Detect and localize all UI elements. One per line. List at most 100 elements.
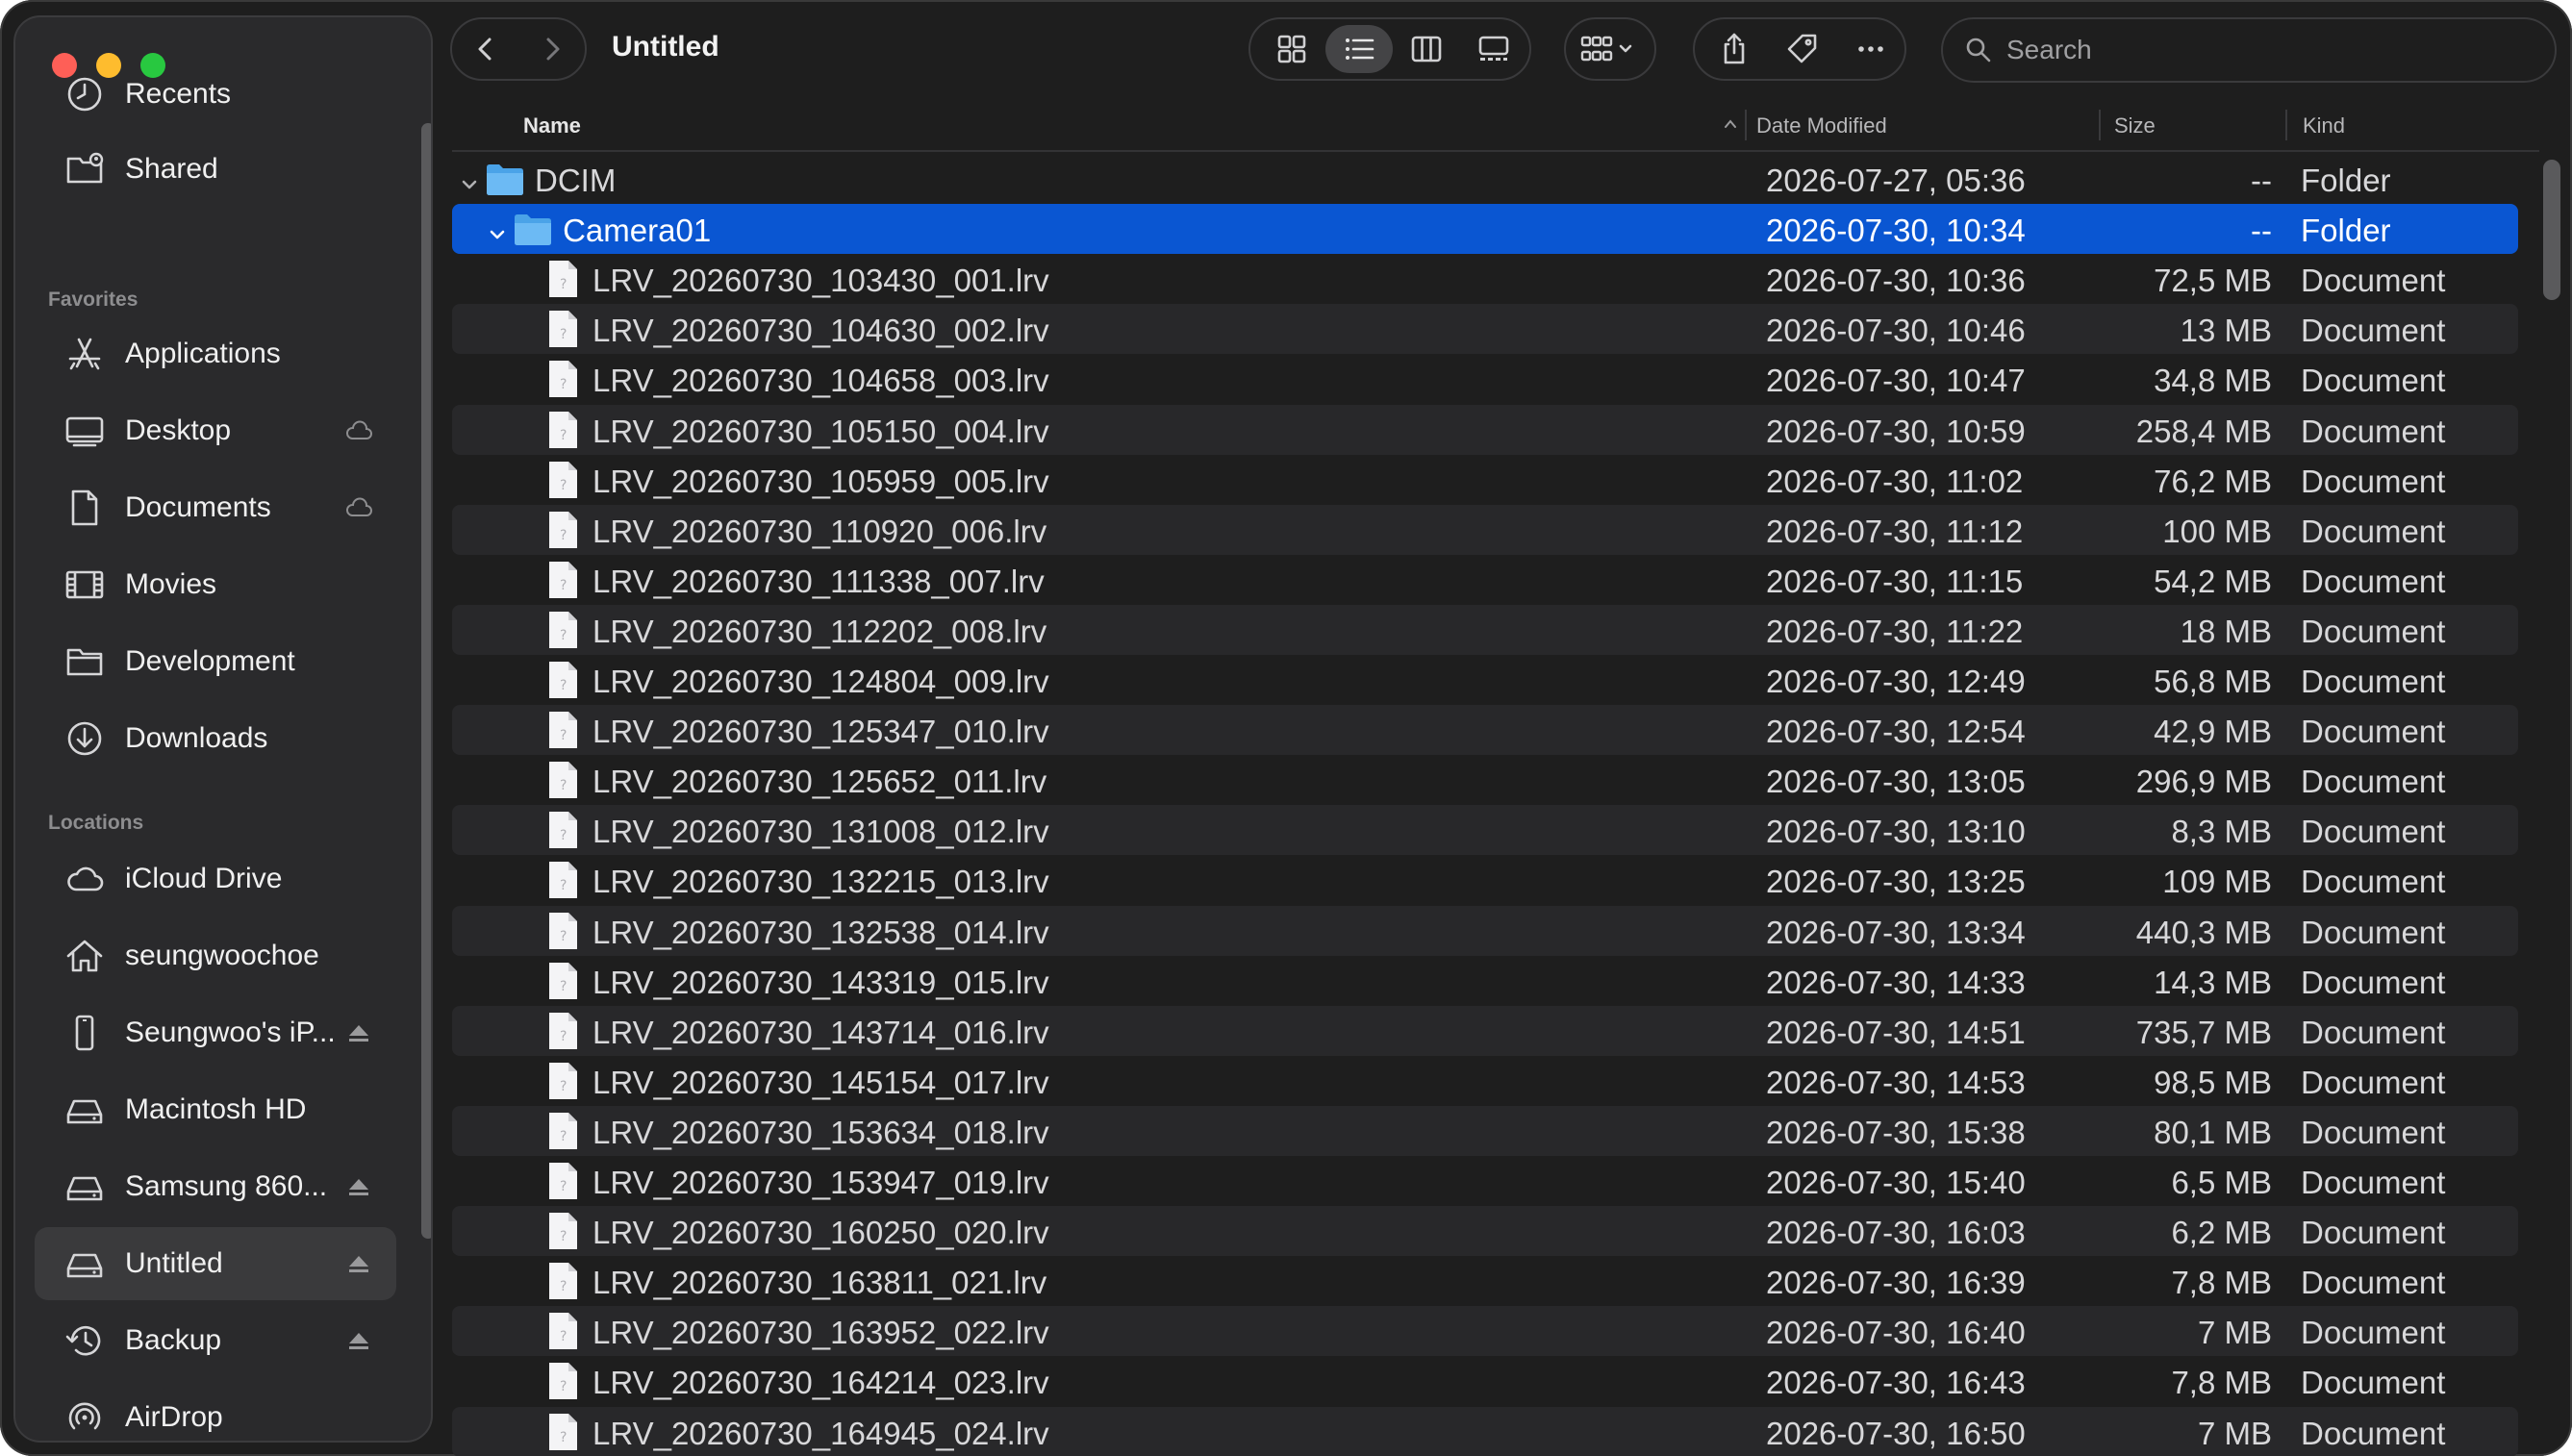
eject-icon[interactable] [344,1173,373,1200]
file-kind: Document [2301,263,2446,299]
sidebar-item-downloads[interactable]: Downloads [35,702,396,775]
sidebar-item-seungwoo-s-ip[interactable]: Seungwoo's iP... [35,996,396,1069]
disclosure-triangle-icon[interactable] [486,217,509,240]
folder-row[interactable]: Camera01 2026-07-30, 10:34 -- Folder [452,204,2518,255]
sidebar-item-samsung-860[interactable]: Samsung 860... [35,1150,396,1223]
file-kind: Document [2301,914,2446,950]
sidebar-item-airdrop[interactable]: AirDrop [35,1381,396,1441]
share-button[interactable] [1701,19,1769,79]
file-row[interactable]: ? LRV_20260730_163811_021.lrv 2026-07-30, … [452,1256,2518,1306]
sidebar-item-applications[interactable]: Applications [35,317,396,390]
column-kind-header[interactable]: Kind [2303,113,2345,138]
file-name: Camera01 [563,213,712,249]
list-view-button[interactable] [1325,25,1393,73]
file-row[interactable]: ? LRV_20260730_153947_019.lrv 2026-07-30, … [452,1156,2518,1206]
file-size: 13 MB [2180,313,2272,349]
file-row[interactable]: ? LRV_20260730_125347_010.lrv 2026-07-30, … [452,705,2518,756]
column-view-button[interactable] [1393,25,1460,73]
airdrop-icon [63,1396,106,1439]
file-row[interactable]: ? LRV_20260730_105150_004.lrv 2026-07-30, … [452,404,2518,455]
file-row[interactable]: ? LRV_20260730_104630_002.lrv 2026-07-30, … [452,304,2518,355]
file-row[interactable]: ? LRV_20260730_125652_011.lrv 2026-07-30, … [452,755,2518,805]
file-row[interactable]: ? LRV_20260730_160250_020.lrv 2026-07-30, … [452,1206,2518,1257]
group-by-button[interactable] [1564,17,1656,81]
view-mode-selector [1248,17,1531,81]
file-name: LRV_20260730_145154_017.lrv [593,1064,1049,1100]
file-row[interactable]: ? LRV_20260730_124804_009.lrv 2026-07-30, … [452,655,2518,705]
sidebar-item-backup[interactable]: Backup [35,1304,396,1377]
file-row[interactable]: ? LRV_20260730_110920_006.lrv 2026-07-30, … [452,504,2518,555]
file-row[interactable]: ? LRV_20260730_143319_015.lrv 2026-07-30, … [452,956,2518,1006]
file-size: 8,3 MB [2171,814,2272,850]
sidebar-item-shared[interactable]: Shared [35,133,396,206]
file-name: LRV_20260730_153947_019.lrv [593,1165,1049,1200]
sidebar-item-label: Shared [125,153,218,185]
tags-button[interactable] [1769,19,1837,79]
file-size: 296,9 MB [2135,764,2272,800]
download-icon [63,717,106,760]
file-row[interactable]: ? LRV_20260730_145154_017.lrv 2026-07-30, … [452,1056,2518,1106]
forward-button[interactable] [518,19,585,79]
file-size: 6,5 MB [2171,1165,2272,1200]
eject-icon[interactable] [344,1250,373,1277]
file-row[interactable]: ? LRV_20260730_105959_005.lrv 2026-07-30, … [452,455,2518,505]
sidebar-item-seungwoochoe[interactable]: seungwoochoe [35,919,396,992]
sidebar-item-icloud-drive[interactable]: iCloud Drive [35,842,396,916]
share-icon [1725,33,1745,64]
eject-icon[interactable] [344,1019,373,1046]
svg-text:?: ? [560,1179,567,1194]
file-row[interactable]: ? LRV_20260730_103430_001.lrv 2026-07-30, … [452,254,2518,304]
file-kind: Document [2301,1265,2446,1301]
file-row[interactable]: ? LRV_20260730_164214_023.lrv 2026-07-30, … [452,1356,2518,1406]
back-button[interactable] [452,19,518,79]
file-row[interactable]: ? LRV_20260730_153634_018.lrv 2026-07-30, … [452,1105,2518,1156]
column-separator[interactable] [1745,110,1747,140]
file-row[interactable]: ? LRV_20260730_164945_024.lrv 2026-07-30, … [452,1406,2518,1456]
column-date-header[interactable]: Date Modified [1756,113,1887,138]
file-size: 7,8 MB [2171,1365,2272,1401]
file-size: 100 MB [2162,513,2272,549]
navigation-buttons [450,17,587,81]
sidebar-item-untitled[interactable]: Untitled [35,1227,396,1300]
file-row[interactable]: ? LRV_20260730_131008_012.lrv 2026-07-30, … [452,805,2518,857]
icon-view-button[interactable] [1258,25,1325,73]
file-row[interactable]: ? LRV_20260730_132538_014.lrv 2026-07-30, … [452,905,2518,956]
gallery-view-button[interactable] [1460,25,1527,73]
column-size-header[interactable]: Size [2114,113,2156,138]
sidebar-scrollbar[interactable] [421,123,431,1239]
search-input[interactable] [2005,34,2528,66]
file-row[interactable]: ? LRV_20260730_112202_008.lrv 2026-07-30, … [452,604,2518,655]
sidebar-item-development[interactable]: Development [35,625,396,698]
svg-text:?: ? [560,878,567,893]
file-row[interactable]: ? LRV_20260730_132215_013.lrv 2026-07-30, … [452,855,2518,905]
sidebar-item-recents[interactable]: Recents [35,58,396,131]
svg-text:?: ? [560,929,567,944]
file-size: 76,2 MB [2154,463,2272,499]
sidebar-item-desktop[interactable]: Desktop [35,394,396,467]
column-name-header[interactable]: Name [523,113,581,138]
eject-icon[interactable] [344,1327,373,1354]
desktop-icon [63,410,106,452]
svg-text:?: ? [560,478,567,493]
sidebar-item-movies[interactable]: Movies [35,548,396,621]
file-row[interactable]: ? LRV_20260730_104658_003.lrv 2026-07-30, … [452,354,2518,404]
date-modified: 2026-07-30, 12:54 [1766,714,2026,750]
file-list-scrollbar[interactable] [2543,160,2560,300]
sidebar-item-macintosh-hd[interactable]: Macintosh HD [35,1073,396,1146]
column-separator[interactable] [2285,110,2287,140]
sidebar-item-documents[interactable]: Documents [35,471,396,544]
file-icon: ? [546,811,579,857]
more-actions-button[interactable] [1836,19,1904,79]
folder-icon [63,640,106,683]
disclosure-triangle-icon[interactable] [458,167,481,190]
file-size: 7,8 MB [2171,1265,2272,1301]
file-icon: ? [546,1162,579,1208]
file-row[interactable]: ? LRV_20260730_111338_007.lrv 2026-07-30, … [452,555,2518,605]
file-row[interactable]: ? LRV_20260730_143714_016.lrv 2026-07-30, … [452,1005,2518,1056]
sidebar-item-label: Macintosh HD [125,1093,307,1125]
column-separator[interactable] [2099,110,2101,140]
date-modified: 2026-07-30, 16:39 [1766,1265,2026,1301]
file-row[interactable]: ? LRV_20260730_163952_022.lrv 2026-07-30, … [452,1306,2518,1357]
folder-row[interactable]: DCIM 2026-07-27, 05:36 -- Folder [452,154,2518,204]
search-field[interactable] [1941,17,2557,83]
